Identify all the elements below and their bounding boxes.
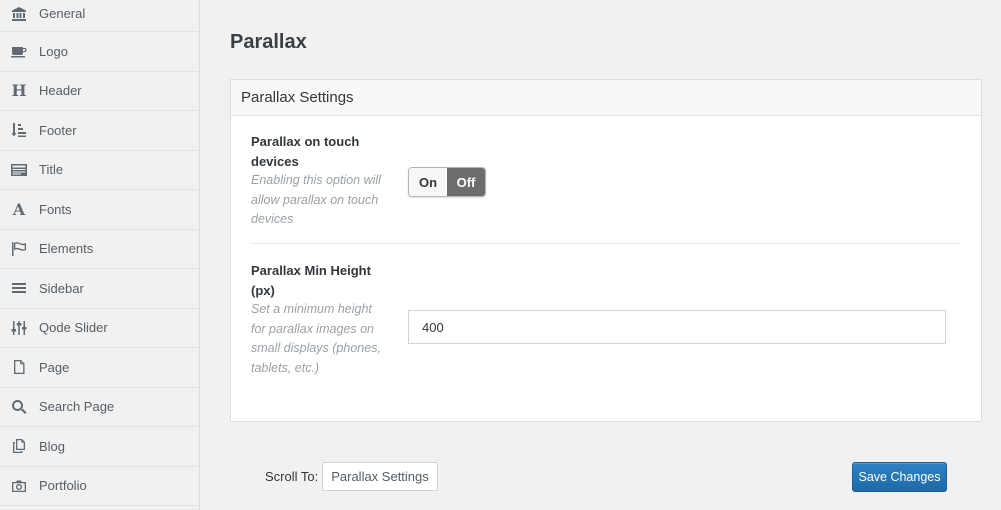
- sidebar-item-label: Sidebar: [39, 280, 84, 296]
- sidebar-item-label: General: [39, 6, 86, 21]
- sidebar-item-logo[interactable]: Logo: [0, 32, 199, 72]
- setting-title: Parallax on touch devices: [251, 134, 360, 169]
- page-icon: [10, 358, 28, 376]
- sidebar-item-label: Search Page: [39, 399, 115, 415]
- scroll-to-select[interactable]: Parallax Settings: [322, 462, 438, 491]
- sidebar-item-portfolio[interactable]: Portfolio: [0, 467, 199, 506]
- parallax-touch-toggle[interactable]: On Off: [408, 167, 486, 197]
- setting-label: Parallax Min Height (px) Set a minimum h…: [251, 261, 386, 378]
- sidebar-item-label: Header: [39, 83, 82, 99]
- setting-title: Parallax Min Height (px): [251, 263, 371, 298]
- search-icon: [10, 398, 28, 416]
- sidebar-item-label: Footer: [39, 122, 77, 138]
- panel-header: Parallax Settings: [231, 80, 981, 116]
- camera-icon: [10, 477, 28, 495]
- heading-icon: H: [11, 81, 27, 101]
- title-bar-icon: [10, 161, 28, 179]
- toggle-on-option[interactable]: On: [409, 168, 447, 196]
- parallax-settings-panel: Parallax Settings Parallax on touch devi…: [230, 79, 982, 422]
- flag-icon: [10, 240, 28, 258]
- sidebar-item-footer[interactable]: Footer: [0, 111, 199, 151]
- sidebar-item-elements[interactable]: Elements: [0, 230, 199, 269]
- setting-label: Parallax on touch devices Enabling this …: [251, 132, 386, 230]
- sidebar-item-qode-slider[interactable]: Qode Slider: [0, 309, 199, 348]
- sidebar-item-title[interactable]: Title: [0, 151, 199, 190]
- save-changes-button[interactable]: Save Changes: [852, 462, 947, 492]
- sidebar-item-label: Qode Slider: [39, 320, 108, 336]
- font-icon: A: [12, 199, 26, 219]
- sidebar-item-label: Blog: [39, 438, 66, 454]
- sidebar-item-label: Fonts: [39, 201, 72, 217]
- sidebar-item-blog[interactable]: Blog: [0, 427, 199, 467]
- scroll-to-label: Scroll To:: [265, 469, 319, 484]
- bank-icon: [10, 5, 28, 23]
- sliders-icon: [10, 319, 28, 337]
- coffee-cup-icon: [10, 42, 28, 60]
- sidebar-item-label: Title: [39, 162, 64, 178]
- sidebar-item-sidebar[interactable]: Sidebar: [0, 269, 199, 309]
- sidebar-item-label: Page: [39, 359, 70, 375]
- sidebar-item-label: Elements: [39, 241, 94, 257]
- toggle-off-option[interactable]: Off: [447, 168, 485, 196]
- page-title: Parallax: [230, 31, 307, 53]
- sort-list-icon: [10, 121, 28, 139]
- sidebar-item-fonts[interactable]: A Fonts: [0, 190, 199, 230]
- setting-description: Set a minimum height for parallax images…: [251, 302, 381, 375]
- menu-lines-icon: [10, 279, 28, 297]
- sidebar-item-label: Logo: [39, 43, 68, 59]
- sidebar-item-header[interactable]: H Header: [0, 72, 199, 111]
- setting-description: Enabling this option will allow parallax…: [251, 173, 381, 226]
- copy-icon: [10, 437, 28, 455]
- sidebar-item-search-page[interactable]: Search Page: [0, 388, 199, 427]
- sidebar-item-general[interactable]: General: [0, 0, 199, 32]
- parallax-min-height-input[interactable]: [408, 310, 946, 344]
- setting-row-min-height: Parallax Min Height (px) Set a minimum h…: [251, 244, 961, 422]
- setting-row-touch: Parallax on touch devices Enabling this …: [251, 116, 961, 244]
- options-sidebar: General Logo H Header Footer Title A Fon…: [0, 0, 200, 510]
- sidebar-item-label: Portfolio: [39, 478, 87, 494]
- sidebar-item-page[interactable]: Page: [0, 348, 199, 388]
